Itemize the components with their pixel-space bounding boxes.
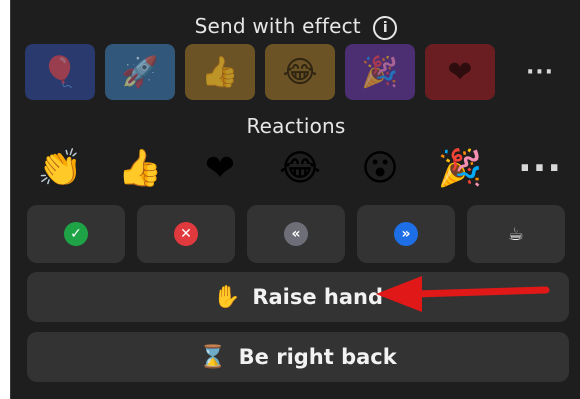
status-buttons-row: ✓ ✕ « » ☕ bbox=[11, 205, 580, 263]
go-slower-button[interactable]: « bbox=[247, 205, 345, 263]
raise-hand-label: Raise hand bbox=[252, 285, 384, 309]
more-effects-button[interactable]: ··· bbox=[505, 44, 575, 100]
red-arrow-annotation bbox=[376, 276, 550, 312]
checkmark-icon: ✓ bbox=[64, 222, 88, 246]
surprised-face-icon[interactable]: 😮 bbox=[345, 143, 415, 193]
x-icon: ✕ bbox=[174, 222, 198, 246]
tears-of-joy-icon[interactable]: 😂 bbox=[265, 143, 335, 193]
thumbs-up-effect-icon: 👍 bbox=[201, 54, 239, 90]
balloon-effect-icon: 🎈 bbox=[41, 54, 79, 90]
tears-of-joy-effect-button[interactable]: 😂 bbox=[265, 44, 335, 100]
raised-hand-icon: ✋ bbox=[212, 284, 241, 310]
clapping-hands-icon[interactable]: 👏 bbox=[25, 143, 95, 193]
party-popper-icon[interactable]: 🎉 bbox=[425, 143, 495, 193]
coffee-cup-icon: ☕ bbox=[504, 222, 528, 246]
send-with-effect-title: Send with effect bbox=[194, 14, 361, 38]
no-button[interactable]: ✕ bbox=[137, 205, 235, 263]
thumbs-up-effect-button[interactable]: 👍 bbox=[185, 44, 255, 100]
yes-button[interactable]: ✓ bbox=[27, 205, 125, 263]
rocket-effect-icon: 🚀 bbox=[121, 54, 159, 90]
heart-effect-button[interactable]: ❤ bbox=[425, 44, 495, 100]
reactions-row: 👏 👍 ❤ 😂 😮 🎉 ··· bbox=[11, 143, 580, 193]
coffee-break-button[interactable]: ☕ bbox=[467, 205, 565, 263]
tears-of-joy-effect-icon: 😂 bbox=[282, 54, 318, 90]
balloon-effect-button[interactable]: 🎈 bbox=[25, 44, 95, 100]
rewind-icon: « bbox=[284, 222, 308, 246]
thumbs-up-icon[interactable]: 👍 bbox=[105, 143, 175, 193]
heart-icon[interactable]: ❤ bbox=[185, 143, 255, 193]
party-popper-effect-button[interactable]: 🎉 bbox=[345, 44, 415, 100]
heart-effect-icon: ❤ bbox=[447, 54, 473, 90]
rocket-effect-button[interactable]: 🚀 bbox=[105, 44, 175, 100]
be-right-back-label: Be right back bbox=[238, 345, 397, 369]
more-reactions-button[interactable]: ··· bbox=[505, 143, 575, 193]
party-popper-effect-icon: 🎉 bbox=[361, 54, 399, 90]
send-with-effect-header: Send with effect i bbox=[11, 14, 580, 40]
reactions-title: Reactions bbox=[246, 114, 346, 138]
be-right-back-button[interactable]: ⌛ Be right back bbox=[27, 332, 569, 382]
effects-row: 🎈 🚀 👍 😂 🎉 ❤ ··· bbox=[11, 44, 580, 100]
fast-forward-icon: » bbox=[394, 222, 418, 246]
go-faster-button[interactable]: » bbox=[357, 205, 455, 263]
reactions-panel: Send with effect i 🎈 🚀 👍 😂 🎉 ❤ ··· Reactions 👏… bbox=[10, 0, 580, 399]
info-icon[interactable]: i bbox=[373, 16, 398, 40]
hourglass-icon: ⌛ bbox=[199, 344, 227, 370]
